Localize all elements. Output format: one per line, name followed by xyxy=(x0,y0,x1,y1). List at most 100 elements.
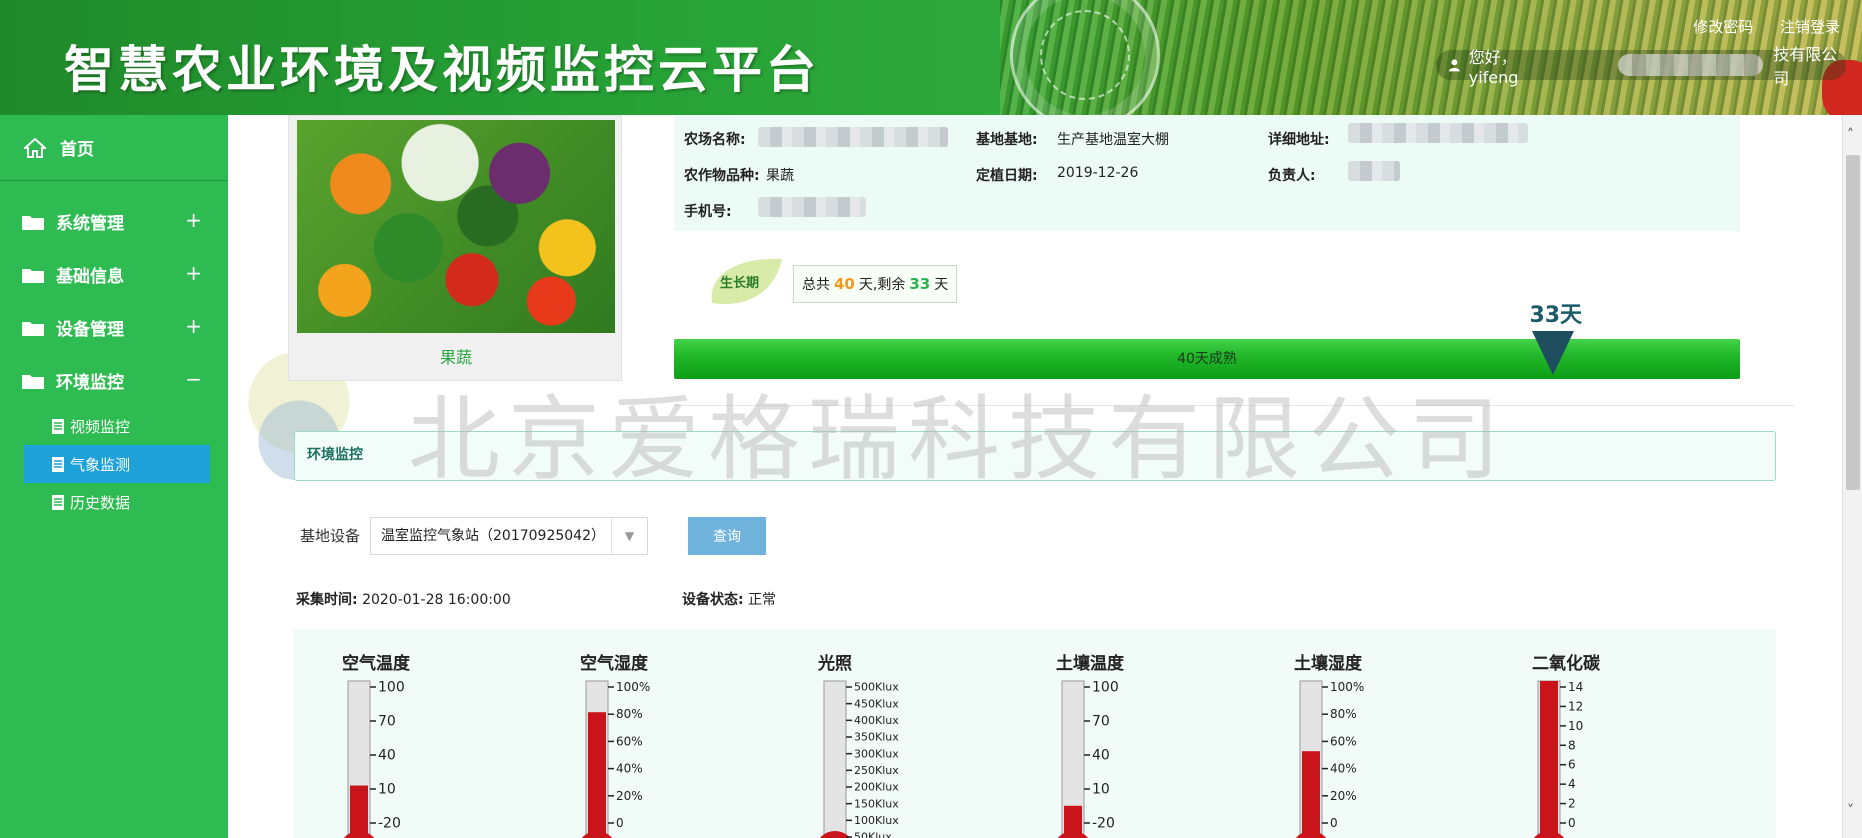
gauge-tick-label: 80% xyxy=(616,707,643,721)
scroll-thumb[interactable] xyxy=(1846,155,1860,490)
phone-label: 手机号: xyxy=(684,204,732,220)
device-select[interactable]: 温室监控气象站（20170925042） ▼ xyxy=(370,517,648,555)
scroll-down-icon[interactable]: ˅ xyxy=(1847,804,1859,818)
crop-variety-value: 果蔬 xyxy=(766,168,794,184)
expand-icon[interactable]: + xyxy=(185,261,202,285)
scroll-up-icon[interactable]: ˄ xyxy=(1847,128,1859,142)
thermometer-gauge: 100 70 40 10 -20 xyxy=(1057,680,1119,838)
gauge-level xyxy=(588,712,606,837)
gauge-tick-label: 40 xyxy=(378,748,396,764)
gauge-title: 光照 xyxy=(818,654,852,674)
query-button[interactable]: 查询 xyxy=(688,517,766,555)
gauge-tick-label: 150Klux xyxy=(854,797,899,810)
header-tech-circle-inner xyxy=(1040,10,1130,100)
owner-label: 负责人: xyxy=(1268,168,1316,184)
gauge-tick-label: 40 xyxy=(1092,748,1110,764)
sensor-gauges-panel: 空气温度 100 70 40 10 -20 空气湿度 100% 80% 60% 40% 20% 0 光照 5… xyxy=(294,629,1776,838)
days-remaining-marker xyxy=(1532,331,1575,375)
nav-group-label: 环境监控 xyxy=(56,373,124,393)
gauge-tick-label: 100 xyxy=(1092,680,1119,696)
gauge-tick-label: 450Klux xyxy=(854,697,899,710)
change-password-link[interactable]: 修改密码 xyxy=(1693,18,1753,36)
nav-group-env-monitor[interactable]: 环境监控 − xyxy=(0,354,228,407)
gauge-bulb xyxy=(343,831,375,838)
days-remaining-marker-label: 33天 xyxy=(1529,303,1583,328)
nav-group-device[interactable]: 设备管理 + xyxy=(0,301,228,354)
folder-icon xyxy=(22,374,44,389)
gauge-tick-label: -20 xyxy=(1092,816,1115,832)
chevron-down-icon[interactable]: ▼ xyxy=(611,518,647,554)
user-icon xyxy=(1448,59,1460,72)
gauge-tick-label: -20 xyxy=(378,816,401,832)
sidebar-item-history-data[interactable]: 历史数据 xyxy=(0,483,228,521)
nav-home[interactable]: 首页 xyxy=(0,115,228,181)
gauge-tick-label: 10 xyxy=(378,782,396,798)
document-icon xyxy=(52,418,64,434)
gauge-tick-label: 10 xyxy=(1092,782,1110,798)
growth-prefix: 总共 xyxy=(802,277,830,293)
redacted-phone xyxy=(758,197,866,217)
gauge-tube xyxy=(823,680,847,838)
document-icon xyxy=(52,456,64,472)
base-value: 生产基地温室大棚 xyxy=(1057,132,1169,148)
plant-date-value: 2019-12-26 xyxy=(1057,165,1139,181)
gauge-title: 土壤温度 xyxy=(1056,654,1124,674)
expand-icon[interactable]: + xyxy=(185,314,202,338)
thermometer-gauge: 100% 80% 60% 40% 20% 0 xyxy=(1295,680,1364,838)
gauge-tick-label: 60% xyxy=(616,734,643,748)
gauge-2: 光照 500Klux 450Klux 400Klux 350Klux 300Klux 250… xyxy=(770,629,970,838)
gauge-tick-label: 350Klux xyxy=(854,731,899,744)
logout-link[interactable]: 注销登录 xyxy=(1780,18,1840,36)
gauge-tick-label: 50Klux xyxy=(854,831,892,838)
main-content: 果蔬 农场名称: 基地基地: 生产基地温室大棚 详细地址: 农作物品种: 果蔬 … xyxy=(228,115,1842,838)
folder-icon xyxy=(22,321,44,336)
page-scrollbar[interactable]: ˄ ˅ xyxy=(1842,115,1862,838)
gauge-tick-label: 6 xyxy=(1568,758,1576,772)
gauge-tick-label: 40% xyxy=(616,762,643,776)
home-icon xyxy=(24,137,46,158)
gauge-tick-label: 40% xyxy=(1330,762,1357,776)
collect-time-value: 2020-01-28 16:00:00 xyxy=(362,592,511,608)
gauge-tick-label: 8 xyxy=(1568,738,1576,752)
gauge-level xyxy=(350,785,368,837)
nav-group-system[interactable]: 系统管理 + xyxy=(0,195,228,248)
gauge-tick-label: 20% xyxy=(616,789,643,803)
growth-mid-text: 天,剩余 xyxy=(858,277,906,293)
gauge-tick-label: 4 xyxy=(1568,777,1576,791)
farm-info-panel: 农场名称: 基地基地: 生产基地温室大棚 详细地址: 农作物品种: 果蔬 定植日… xyxy=(674,115,1740,231)
gauge-tick-label: 80% xyxy=(1330,707,1357,721)
sidebar-item-video-monitor[interactable]: 视频监控 xyxy=(0,407,228,445)
growth-remaining-days: 33 xyxy=(909,275,931,293)
expand-icon[interactable]: + xyxy=(185,208,202,232)
gauge-bulb xyxy=(1533,831,1565,838)
thermometer-gauge: 500Klux 450Klux 400Klux 350Klux 300Klux 250Kl… xyxy=(819,680,899,838)
gauge-tick-label: 100Klux xyxy=(854,814,899,827)
crop-variety-label: 农作物品种: xyxy=(684,168,760,184)
nav-home-label: 首页 xyxy=(60,140,94,160)
sidebar-item-label: 视频监控 xyxy=(70,417,131,436)
growth-period-label: 生长期 xyxy=(720,276,760,291)
collapse-icon[interactable]: − xyxy=(185,367,202,391)
sidebar-item-weather-monitor[interactable]: 气象监测 xyxy=(24,445,210,483)
gauge-title: 二氧化碳 xyxy=(1532,654,1600,674)
company-suffix: 技有限公司 xyxy=(1773,45,1838,88)
gauge-title: 土壤湿度 xyxy=(1294,654,1362,674)
sidebar-item-label: 气象监测 xyxy=(70,455,131,474)
growth-period-badge: 生长期 xyxy=(706,253,784,309)
collect-time-label: 采集时间: xyxy=(296,592,358,608)
address-label: 详细地址: xyxy=(1268,132,1330,148)
user-info-bar: 您好，yifeng 技有限公司 xyxy=(1436,45,1846,88)
thermometer-gauge: 100 70 40 10 -20 xyxy=(343,680,405,838)
document-icon xyxy=(52,494,64,510)
base-label: 基地基地: xyxy=(976,132,1038,148)
nav-group-basic-info[interactable]: 基础信息 + xyxy=(0,248,228,301)
gauge-1: 空气湿度 100% 80% 60% 40% 20% 0 xyxy=(532,629,732,838)
gauge-tick-label: 0 xyxy=(616,816,624,830)
nav-group-label: 基础信息 xyxy=(56,267,124,287)
gauge-tick-label: 10 xyxy=(1568,719,1583,733)
gauge-3: 土壤温度 100 70 40 10 -20 xyxy=(1008,629,1208,838)
plant-date-label: 定植日期: xyxy=(976,168,1038,184)
gauge-tick-label: 20% xyxy=(1330,789,1357,803)
growth-summary: 总共 40 天,剩余 33 天 xyxy=(793,265,958,303)
folder-icon xyxy=(22,215,44,230)
